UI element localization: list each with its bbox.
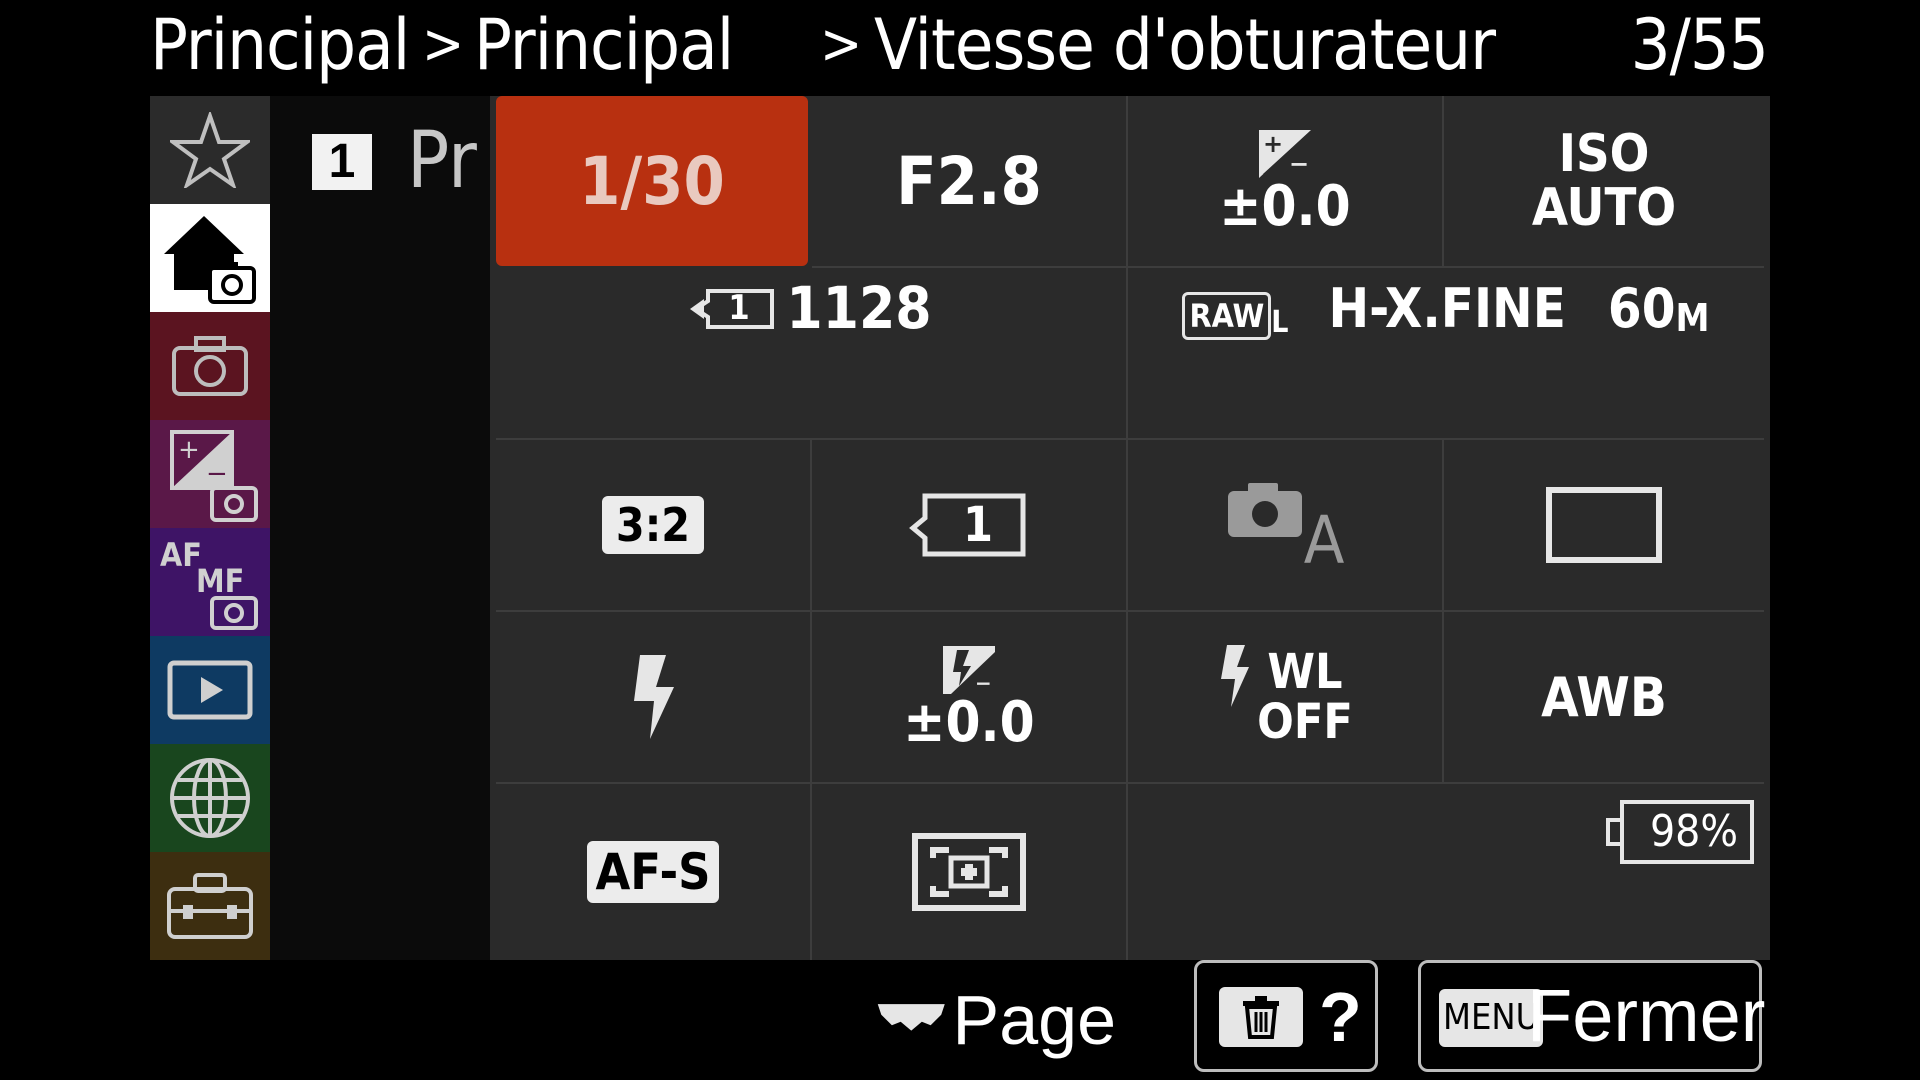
tab-focus[interactable]: AF MF xyxy=(150,528,270,636)
wireless-flash-cell[interactable]: WL OFF xyxy=(1128,612,1444,784)
exposure-comp-cell[interactable]: + − ±0.0 xyxy=(1128,96,1444,268)
close-label: Fermer xyxy=(1527,974,1766,1057)
tab-playback[interactable] xyxy=(150,636,270,744)
close-button[interactable]: MENU Fermer xyxy=(1418,960,1766,1072)
shutter-speed-cell[interactable]: 1/30 xyxy=(496,96,808,266)
svg-text:+: + xyxy=(178,435,200,465)
tab-network[interactable] xyxy=(150,744,270,852)
image-size: 60 xyxy=(1607,276,1676,340)
iso-value: AUTO xyxy=(1531,178,1677,238)
focus-mode-value: AF-S xyxy=(587,841,719,903)
battery-level: 98% xyxy=(1650,806,1738,857)
media-slot-number: 1 xyxy=(963,497,994,553)
media-slot-icon: 1 xyxy=(909,492,1029,558)
page-list: 1 Pr xyxy=(270,96,490,960)
image-size-unit: M xyxy=(1675,295,1710,340)
memory-card-slot-icon: 1 xyxy=(690,285,776,331)
drive-mode-label: A xyxy=(1303,501,1345,579)
flash-comp-cell[interactable]: − ±0.0 xyxy=(812,612,1128,784)
breadcrumb-separator: > xyxy=(422,12,464,77)
camera-icon xyxy=(1227,483,1302,537)
af-mf-camera-icon: AF MF xyxy=(160,536,258,630)
toolbox-icon xyxy=(167,873,253,939)
function-grid: 1/30 F2.8 + − ±0.0 ISO AUTO 1 1128 RAW L… xyxy=(490,96,1770,960)
shots-remaining-cell[interactable]: 1 1128 xyxy=(496,268,1128,440)
control-wheel-icon xyxy=(877,1004,945,1031)
flash-comp-icon: − xyxy=(943,646,995,695)
exposure-camera-icon: + − xyxy=(170,430,258,522)
focus-mode-cell[interactable]: AF-S xyxy=(496,784,812,960)
tab-exposure-color[interactable]: + − xyxy=(150,420,270,528)
flash-mode-cell[interactable] xyxy=(496,612,812,784)
wireless-flash-label: WL xyxy=(1267,644,1343,700)
frame-icon xyxy=(1546,487,1662,563)
focus-area-frame-cell[interactable] xyxy=(1444,440,1764,612)
home-camera-icon xyxy=(164,216,256,304)
drive-mode-cell[interactable]: A xyxy=(1128,440,1444,612)
wireless-flash-value: OFF xyxy=(1257,694,1353,750)
camera-icon xyxy=(172,336,248,396)
play-icon xyxy=(167,660,253,720)
breadcrumb-1: Principal xyxy=(150,4,410,86)
raw-size: L xyxy=(1271,304,1289,340)
trash-icon xyxy=(1243,996,1279,1039)
page-control[interactable]: Page xyxy=(876,981,1116,1059)
aspect-ratio-value: 3:2 xyxy=(601,496,705,554)
globe-icon xyxy=(170,758,250,838)
tab-setup[interactable] xyxy=(150,852,270,960)
help-label: ? xyxy=(1319,978,1362,1056)
svg-text:−: − xyxy=(206,459,228,489)
iso-cell[interactable]: ISO AUTO xyxy=(1444,96,1764,268)
exposure-comp-icon: + − xyxy=(1259,130,1311,178)
slot-number: 1 xyxy=(728,288,750,328)
focus-area-cell[interactable] xyxy=(812,784,1128,960)
shutter-speed-value: 1/30 xyxy=(579,142,725,220)
flash-icon xyxy=(634,655,674,739)
tab-shooting[interactable] xyxy=(150,312,270,420)
aperture-value: F2.8 xyxy=(896,142,1042,220)
page-title: Vitesse d'obturateur xyxy=(874,4,1496,86)
flash-comp-value: ±0.0 xyxy=(903,690,1035,755)
battery-cell: 98% xyxy=(1128,784,1764,960)
page-number-badge[interactable]: 1 xyxy=(312,134,372,190)
delete-help-button[interactable]: ? xyxy=(1194,960,1378,1072)
svg-text:+: + xyxy=(1263,130,1283,158)
media-cell[interactable]: 1 xyxy=(812,440,1128,612)
menu-tab-sidebar: + − AF MF xyxy=(150,96,270,960)
page-name: Pr xyxy=(407,116,477,206)
trash-badge xyxy=(1219,987,1303,1047)
flash-icon xyxy=(1221,645,1250,707)
breadcrumb-2: Principal xyxy=(474,4,734,86)
image-quality-cell[interactable]: RAW L H-X.FINE 60 M xyxy=(1128,268,1764,440)
star-icon xyxy=(170,112,250,188)
jpeg-quality: H-X.FINE xyxy=(1328,276,1566,340)
aperture-cell[interactable]: F2.8 xyxy=(812,96,1128,268)
page-counter: 3/55 xyxy=(1630,4,1769,86)
iso-label: ISO xyxy=(1558,124,1650,184)
white-balance-cell[interactable]: AWB xyxy=(1444,612,1764,784)
white-balance-value: AWB xyxy=(1541,665,1667,729)
tab-main[interactable] xyxy=(150,204,270,312)
page-label: Page xyxy=(952,981,1116,1059)
raw-badge: RAW xyxy=(1182,291,1272,340)
battery-indicator: 98% xyxy=(1606,800,1756,864)
aspect-ratio-cell[interactable]: 3:2 xyxy=(496,440,812,612)
tab-favorites[interactable] xyxy=(150,96,270,204)
svg-text:MF: MF xyxy=(196,562,244,600)
breadcrumb-separator: > xyxy=(820,12,862,77)
shots-remaining-value: 1128 xyxy=(786,274,932,342)
focus-area-icon xyxy=(912,833,1026,911)
exposure-comp-value: ±0.0 xyxy=(1219,174,1351,239)
